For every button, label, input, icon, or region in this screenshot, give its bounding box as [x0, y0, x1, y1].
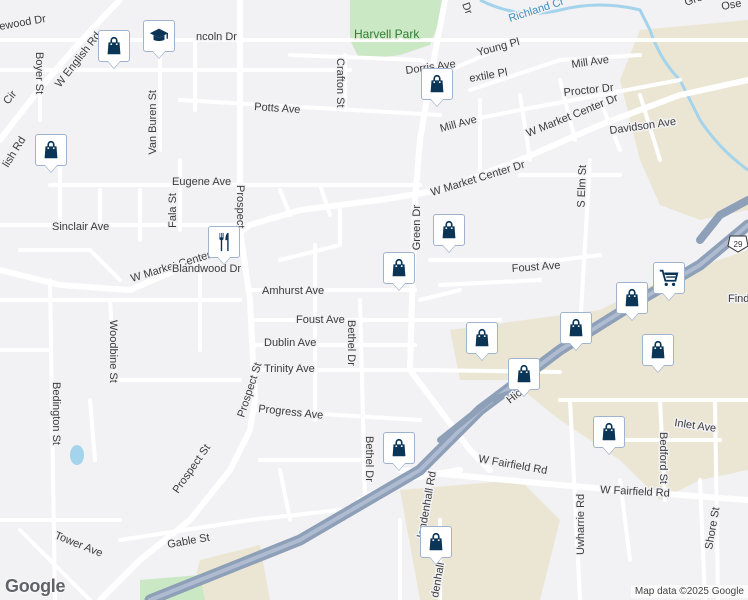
pond [70, 445, 84, 465]
street-label: Uwharrie Rd [575, 494, 587, 555]
shopping-bag-icon [426, 73, 448, 95]
shopping-bag-marker[interactable] [421, 68, 453, 108]
us-route-shield: 29 [727, 235, 748, 253]
street-label: W Fairfield Rd [600, 484, 670, 500]
street-label: Mill Ave [439, 114, 479, 135]
street-label: ncoln Dr [196, 31, 237, 43]
shopping-bag-marker[interactable] [466, 322, 498, 362]
street-label: Van Buren St [147, 90, 159, 155]
street-label: Fala St [167, 193, 179, 228]
street-label: W Fairfield Rd [477, 453, 548, 477]
shopping-bag-icon [388, 257, 410, 279]
street-label: Amhurst Ave [262, 285, 324, 297]
shopping-bag-icon [425, 531, 447, 553]
street-label: Woodbine St [107, 320, 119, 383]
street-label: Bedington St [50, 382, 62, 445]
street-label: Sinclair Ave [52, 221, 109, 233]
park-label: Harvell Park [354, 27, 420, 41]
grocery-cart-marker[interactable] [653, 262, 685, 302]
street-label: Ose [720, 0, 742, 13]
street-label: Crafton St [334, 58, 346, 108]
creek-label: Richland Cr [507, 0, 566, 25]
school-marker[interactable] [143, 20, 175, 60]
street-label: Tower Ave [53, 530, 104, 560]
street-label: Bethel Dr [345, 320, 357, 366]
google-logo: Google [5, 576, 66, 596]
shopping-bag-marker[interactable] [642, 334, 674, 374]
shopping-bag-marker[interactable] [35, 134, 67, 174]
street-label: Prospect St [171, 442, 213, 495]
shopping-bag-marker[interactable] [433, 214, 465, 254]
street-label: Dr [459, 1, 474, 16]
shopping-cart-icon [658, 267, 680, 289]
street-label: Boyer St [33, 52, 45, 94]
street-label: Find [728, 293, 748, 305]
shopping-bag-marker[interactable] [98, 30, 130, 70]
street-label: Potts Ave [254, 101, 301, 116]
route-number: 29 [734, 240, 743, 249]
graduation-cap-icon [148, 25, 170, 47]
shopping-bag-marker[interactable] [383, 252, 415, 292]
street-label: Shore St [703, 506, 722, 550]
street-label: Cir [1, 88, 19, 107]
shopping-bag-icon [598, 421, 620, 443]
street-label: Gre [683, 0, 704, 9]
street-label: Dublin Ave [264, 337, 316, 349]
street-label: Green Dr [411, 205, 423, 251]
street-label: Bethel Dr [363, 436, 375, 482]
street-label: Prospect [234, 185, 246, 228]
street-label: S Elm St [576, 165, 589, 208]
shopping-bag-marker[interactable] [560, 312, 592, 352]
street-label: ewood Dr [0, 13, 47, 33]
shopping-bag-icon [103, 35, 125, 57]
street-label: Foust Ave [511, 260, 560, 275]
shopping-bag-marker[interactable] [508, 358, 540, 398]
street-label: Trinity Ave [264, 363, 315, 375]
street-label: Bedford St [657, 432, 669, 484]
restaurant-marker[interactable] [208, 226, 240, 266]
shopping-bag-icon [40, 139, 62, 161]
shopping-bag-marker[interactable] [593, 416, 625, 456]
street-label: Eugene Ave [172, 176, 231, 188]
shopping-bag-marker[interactable] [383, 432, 415, 472]
shopping-bag-icon [565, 317, 587, 339]
shopping-bag-icon [513, 363, 535, 385]
shopping-bag-marker[interactable] [420, 526, 452, 566]
shopping-bag-icon [621, 287, 643, 309]
shopping-bag-icon [471, 327, 493, 349]
street-label: Mill Ave [571, 54, 610, 71]
map-attribution[interactable]: Map data ©2025 Google [630, 585, 748, 598]
shopping-bag-marker[interactable] [616, 282, 648, 322]
shopping-bag-icon [438, 219, 460, 241]
shopping-bag-icon [388, 437, 410, 459]
street-label: lish Rd [0, 135, 28, 170]
fork-knife-icon [213, 231, 235, 253]
shopping-bag-icon [647, 339, 669, 361]
street-label: Foust Ave [296, 314, 345, 326]
